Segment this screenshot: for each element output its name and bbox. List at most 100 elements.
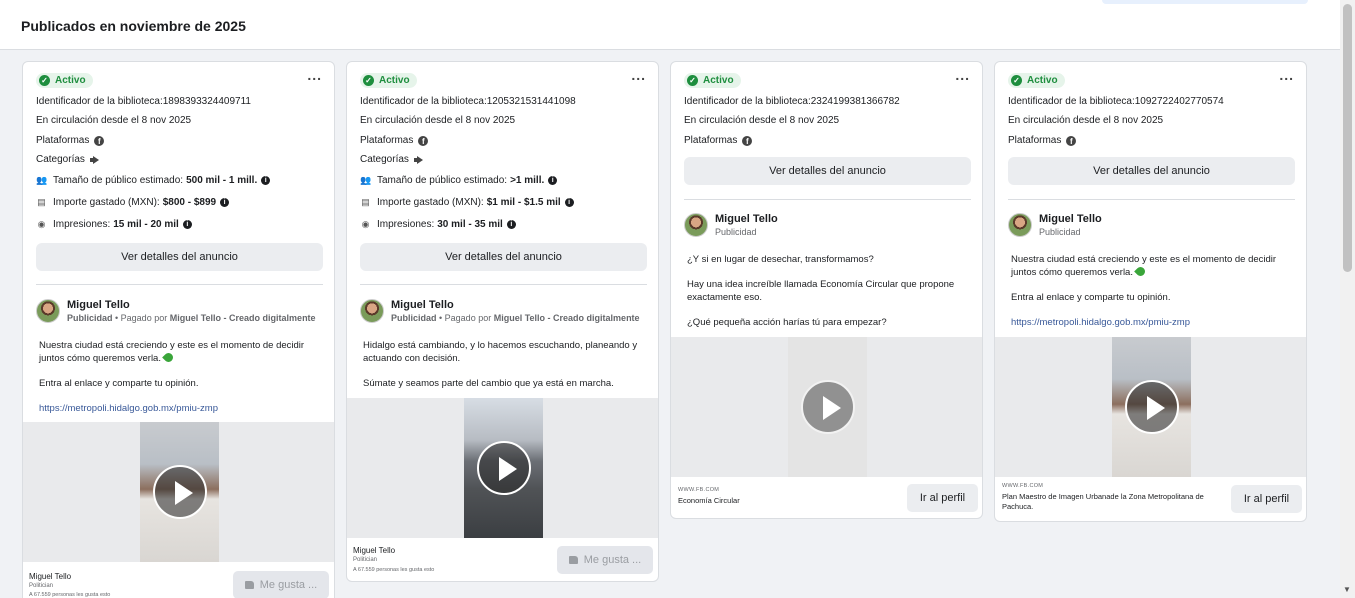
advertiser-header: Miguel Tello Publicidad (1008, 213, 1102, 237)
ad-footer: Miguel Tello Politician A 67.559 persona… (23, 562, 334, 598)
link-footer: WWW.FB.COM Economía Circular Ir al perfi… (671, 477, 982, 518)
ad-footer: Miguel Tello Politician A 67.559 persona… (347, 538, 658, 581)
divider (1008, 199, 1295, 200)
video-thumbnail[interactable] (788, 337, 867, 477)
ad-body-text: ¿Y si en lugar de desechar, transformamo… (687, 254, 955, 328)
ad-media (995, 337, 1306, 477)
video-thumbnail[interactable] (1112, 337, 1191, 477)
view-ad-details-button[interactable]: Ver detalles del anuncio (684, 157, 971, 185)
facebook-icon: f (742, 135, 753, 146)
check-icon: ✓ (687, 75, 698, 86)
footer-page-name: Miguel Tello (29, 572, 72, 581)
sponsored-line: Publicidad • Pagado por Miguel Tello - C… (391, 313, 640, 323)
like-button[interactable]: Me gusta ... (557, 546, 653, 574)
status-badge: ✓ Activo (360, 73, 417, 88)
info-icon[interactable]: i (261, 176, 271, 185)
avatar[interactable] (684, 213, 708, 237)
more-options-button[interactable]: ... (307, 68, 322, 82)
top-filter-pill[interactable] (1102, 0, 1308, 4)
footer-page-category: Politician (353, 557, 378, 563)
people-icon: 👥 (360, 175, 372, 185)
circulation-date: En circulación desde el 8 nov 2025 (360, 115, 516, 126)
avatar[interactable] (360, 299, 384, 323)
check-icon: ✓ (1011, 75, 1022, 86)
info-icon[interactable]: i (548, 176, 558, 185)
eye-icon: ◉ (37, 219, 46, 229)
view-ad-details-button[interactable]: Ver detalles del anuncio (1008, 157, 1295, 185)
info-icon[interactable]: i (182, 220, 192, 229)
ad-card: ✓ Activo ... Identificador de la bibliot… (22, 61, 335, 598)
more-options-button[interactable]: ... (1279, 68, 1294, 82)
advertiser-name[interactable]: Miguel Tello (67, 299, 316, 311)
info-icon[interactable]: i (220, 198, 230, 207)
megaphone-icon (413, 155, 424, 164)
ad-body-text: Nuestra ciudad está creciendo y este es … (39, 339, 324, 427)
check-icon: ✓ (363, 75, 374, 86)
library-id: Identificador de la biblioteca: 23241993… (684, 96, 900, 107)
footer-page-category: Politician (29, 583, 54, 589)
ad-link[interactable]: https://metropoli.hidalgo.gob.mx/pmiu-zm… (39, 402, 324, 415)
info-icon[interactable]: i (506, 220, 516, 229)
thumbs-up-icon (244, 581, 254, 589)
divider (360, 284, 647, 285)
advertiser-name[interactable]: Miguel Tello (715, 213, 778, 225)
view-ad-details-button[interactable]: Ver detalles del anuncio (36, 243, 323, 271)
advertiser-name[interactable]: Miguel Tello (391, 299, 640, 311)
go-to-profile-button[interactable]: Ir al perfil (1231, 485, 1302, 513)
categories-row: Categorías (360, 154, 424, 165)
spend-row: ▤ Importe gastado (MXN): $1 mil - $1.5 mi… (360, 197, 574, 208)
library-id: Identificador de la biblioteca: 18983933… (36, 96, 251, 107)
receipt-icon: ▤ (37, 197, 46, 207)
people-icon: 👥 (36, 175, 48, 185)
ad-card: ✓ Activo ... Identificador de la bibliot… (994, 61, 1307, 522)
eye-icon: ◉ (361, 219, 370, 229)
link-domain: WWW.FB.COM (678, 487, 720, 493)
advertiser-name[interactable]: Miguel Tello (1039, 213, 1102, 225)
video-thumbnail[interactable] (464, 398, 543, 538)
ad-media (347, 398, 658, 538)
circulation-date: En circulación desde el 8 nov 2025 (1008, 115, 1164, 126)
link-title[interactable]: Economía Circular (678, 496, 898, 506)
play-icon[interactable] (1124, 380, 1179, 434)
receipt-icon: ▤ (361, 197, 370, 207)
ad-link[interactable]: https://metropoli.hidalgo.gob.mx/pmiu-zm… (1011, 316, 1296, 329)
sponsored-line: Publicidad (1039, 227, 1081, 237)
avatar[interactable] (1008, 213, 1032, 237)
sponsored-line: Publicidad (715, 227, 757, 237)
divider (36, 284, 323, 285)
sponsored-line: Publicidad • Pagado por Miguel Tello - C… (67, 313, 316, 323)
video-thumbnail[interactable] (140, 422, 219, 562)
ad-body-text: Nuestra ciudad está creciendo y este es … (1011, 253, 1296, 341)
audience-row: 👥 Tamaño de público estimado: >1 mill. i (360, 175, 558, 186)
play-icon[interactable] (152, 465, 207, 519)
more-options-button[interactable]: ... (955, 68, 970, 82)
info-icon[interactable]: i (564, 198, 574, 207)
scrollbar[interactable]: ▼ (1340, 0, 1355, 598)
avatar[interactable] (36, 299, 60, 323)
advertiser-header: Miguel Tello Publicidad • Pagado por Mig… (36, 299, 316, 323)
play-icon[interactable] (800, 380, 855, 434)
go-to-profile-button[interactable]: Ir al perfil (907, 484, 978, 512)
ad-body-text: Hidalgo está cambiando, y lo hacemos esc… (363, 340, 638, 389)
like-button[interactable]: Me gusta ... (233, 571, 329, 598)
audience-row: 👥 Tamaño de público estimado: 500 mil - 1… (36, 175, 271, 186)
more-options-button[interactable]: ... (631, 68, 646, 82)
check-icon: ✓ (39, 75, 50, 86)
megaphone-icon (89, 155, 100, 164)
advertiser-header: Miguel Tello Publicidad • Pagado por Mig… (360, 299, 640, 323)
view-ad-details-button[interactable]: Ver detalles del anuncio (360, 243, 647, 271)
scrollbar-thumb[interactable] (1343, 4, 1352, 272)
platforms-row: Plataformas f (684, 135, 753, 146)
facebook-icon: f (1066, 135, 1077, 146)
library-id: Identificador de la biblioteca: 10927224… (1008, 96, 1224, 107)
impressions-row: ◉ Impresiones: 30 mil - 35 mil i (360, 219, 516, 230)
ad-card: ✓ Activo ... Identificador de la bibliot… (346, 61, 659, 582)
scroll-down-arrow-icon[interactable]: ▼ (1343, 585, 1351, 594)
circulation-date: En circulación desde el 8 nov 2025 (36, 115, 192, 126)
footer-page-name: Miguel Tello (353, 546, 396, 555)
link-footer: WWW.FB.COM Plan Maestro de Imagen Urbana… (995, 477, 1306, 521)
play-icon[interactable] (476, 441, 531, 495)
divider (684, 199, 971, 200)
link-title[interactable]: Plan Maestro de Imagen Urbanade la Zona … (1002, 492, 1222, 512)
thumbs-up-icon (568, 556, 578, 564)
